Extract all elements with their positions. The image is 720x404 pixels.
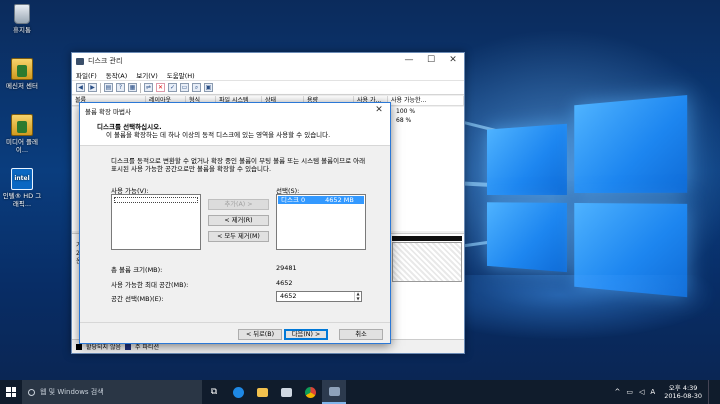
clock-date: 2016-08-30 — [664, 392, 702, 400]
ime-indicator[interactable]: A — [650, 388, 655, 396]
menu-file[interactable]: 파일(F) — [76, 70, 97, 80]
desktop-icon-label: 메신저 센터 — [0, 82, 44, 90]
window-title: 디스크 관리 — [88, 56, 122, 66]
add-button[interactable]: 추가(A) > — [208, 199, 269, 210]
total-size-label: 총 볼륨 크기(MB): — [111, 264, 162, 274]
wizard-titlebar[interactable]: 볼륨 확장 마법사 ✕ — [80, 103, 390, 118]
max-space-label: 사용 가능한 최대 공간(MB): — [111, 279, 188, 289]
wizard-title: 볼륨 확장 마법사 — [85, 106, 131, 116]
edge-icon[interactable] — [226, 380, 250, 404]
properties-icon[interactable]: ▣ — [204, 83, 213, 92]
legend-swatch-unallocated — [76, 344, 82, 350]
extend-volume-wizard: 볼륨 확장 마법사 ✕ 디스크를 선택하십시오. 이 볼륨을 확장하는 데 하나… — [79, 102, 391, 344]
windows-start-icon — [6, 387, 16, 397]
delete-icon[interactable]: ✕ — [156, 83, 165, 92]
desktop-icon-recycle-bin[interactable]: 휴지통 — [0, 4, 44, 34]
wizard-close-button[interactable]: ✕ — [368, 103, 390, 118]
desktop-icon-label: 휴지통 — [0, 26, 44, 34]
show-desktop-button[interactable] — [708, 380, 720, 404]
forward-arrow-icon[interactable]: ▶ — [88, 83, 97, 92]
menu-view[interactable]: 보기(V) — [136, 70, 157, 80]
show-hidden-icons-icon[interactable]: ^ — [615, 388, 621, 396]
system-tray: ^ ▭ ◁ A 오후 4:39 2016-08-30 — [612, 380, 720, 404]
cancel-button[interactable]: 취소 — [339, 329, 383, 340]
desktop-icon-media-player[interactable]: 미디어 플레이... — [0, 114, 44, 154]
check-icon[interactable]: ✓ — [168, 83, 177, 92]
maximize-button[interactable]: ☐ — [420, 53, 442, 69]
windows-logo-wallpaper — [487, 95, 688, 295]
search-icon[interactable]: ⌕ — [192, 83, 201, 92]
taskbar: 웹 및 Windows 검색 ⧉ ^ ▭ ◁ A 오후 4:39 2016-08… — [0, 380, 720, 404]
desktop-icon-label: 인텔® HD 그래픽... — [0, 192, 44, 208]
details-icon[interactable]: ▦ — [128, 83, 137, 92]
remove-all-button[interactable]: < 모두 제거(M) — [208, 231, 269, 242]
list-view-icon[interactable]: ▤ — [104, 83, 113, 92]
toolbar-separator — [140, 83, 141, 93]
available-list[interactable] — [111, 194, 201, 250]
wizard-header-title: 디스크를 선택하십시오. — [97, 123, 390, 131]
disk-management-icon — [76, 58, 84, 65]
total-size-value: 29481 — [276, 264, 297, 272]
messenger-center-icon — [11, 58, 33, 80]
desktop-icon-messenger-center[interactable]: 메신저 센터 — [0, 58, 44, 90]
legend-swatch-primary — [125, 344, 131, 350]
select-space-value: 4652 — [280, 292, 297, 300]
menu-bar: 파일(F) 동작(A) 보기(V) 도움말(H) — [72, 69, 464, 81]
volume-icon[interactable]: ◁ — [639, 388, 644, 396]
search-box[interactable]: 웹 및 Windows 검색 — [22, 380, 202, 404]
remove-button[interactable]: < 제거(R) — [208, 215, 269, 226]
wizard-header-subtitle: 이 볼륨을 확장하는 데 하나 이상의 동적 디스크에 있는 영역을 사용할 수… — [97, 131, 390, 140]
percent-free-cell: 100 % — [392, 107, 464, 116]
column-percent-free[interactable]: 사용 가능한... — [388, 96, 464, 105]
clock[interactable]: 오후 4:39 2016-08-30 — [658, 384, 708, 400]
selected-disk-size: 4652 MB — [325, 196, 354, 204]
wizard-description: 디스크를 동적으로 변환할 수 없거나 확장 중인 볼륨이 부팅 볼륨 또는 시… — [111, 157, 381, 173]
store-icon[interactable] — [274, 380, 298, 404]
search-placeholder: 웹 및 Windows 검색 — [40, 387, 104, 397]
start-button[interactable] — [0, 380, 22, 404]
back-button[interactable]: < 뒤로(B) — [238, 329, 282, 340]
max-space-value: 4652 — [276, 279, 293, 287]
selected-list[interactable]: 디스크 0 4652 MB — [276, 194, 366, 250]
focus-indicator — [114, 197, 198, 203]
description-line: 디스크를 동적으로 변환할 수 없거나 확장 중인 볼륨이 부팅 볼륨 또는 시… — [111, 157, 381, 165]
menu-help[interactable]: 도움말(H) — [167, 70, 195, 80]
close-button[interactable]: ✕ — [442, 53, 464, 69]
wizard-header: 디스크를 선택하십시오. 이 볼륨을 확장하는 데 하나 이상의 동적 디스크에… — [80, 118, 390, 146]
network-icon[interactable]: ▭ — [626, 388, 633, 396]
percent-free-cell: 68 % — [392, 116, 464, 125]
menu-action[interactable]: 동작(A) — [106, 70, 127, 80]
toolbar: ◀ ▶ ▤ ? ▦ ⇌ ✕ ✓ ▭ ⌕ ▣ — [72, 81, 464, 95]
select-space-stepper[interactable]: 4652 ▲ ▼ — [276, 291, 362, 302]
intel-hd-graphics-icon: intel — [11, 168, 33, 190]
spin-arrows-icon[interactable]: ▲ ▼ — [354, 292, 361, 301]
next-button[interactable]: 다음(N) > — [284, 329, 328, 340]
search-icon — [28, 389, 35, 396]
disk-management-titlebar[interactable]: 디스크 관리 — ☐ ✕ — [72, 53, 464, 69]
minimize-button[interactable]: — — [398, 53, 420, 69]
select-space-label: 공간 선택(MB)(E): — [111, 293, 164, 303]
folder-icon[interactable]: ▭ — [180, 83, 189, 92]
clock-time: 오후 4:39 — [664, 384, 702, 392]
task-view-icon[interactable]: ⧉ — [202, 380, 226, 404]
connect-icon[interactable]: ⇌ — [144, 83, 153, 92]
footer-divider — [80, 322, 390, 323]
desktop-icon-intel-hd[interactable]: intel 인텔® HD 그래픽... — [0, 168, 44, 208]
wizard-body: 디스크를 동적으로 변환할 수 없거나 확장 중인 볼륨이 부팅 볼륨 또는 시… — [80, 146, 390, 344]
file-explorer-icon[interactable] — [250, 380, 274, 404]
description-line: 표시된 사용 가능한 공간으로만 볼륨을 확장할 수 있습니다. — [111, 165, 381, 173]
selected-disk-name: 디스크 0 — [281, 196, 305, 204]
partition-block[interactable] — [392, 242, 462, 282]
back-arrow-icon[interactable]: ◀ — [76, 83, 85, 92]
unallocated-bar — [392, 236, 462, 241]
recycle-bin-icon — [14, 4, 30, 24]
list-item[interactable]: 디스크 0 4652 MB — [278, 196, 364, 204]
help-icon[interactable]: ? — [116, 83, 125, 92]
media-player-icon — [11, 114, 33, 136]
toolbar-separator — [100, 83, 101, 93]
chrome-icon[interactable] — [298, 380, 322, 404]
disk-management-icon[interactable] — [322, 380, 346, 404]
desktop-icon-label: 미디어 플레이... — [0, 138, 44, 154]
